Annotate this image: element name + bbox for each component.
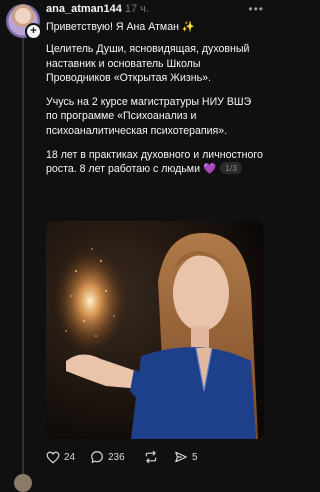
avatar[interactable]: +: [6, 4, 42, 40]
post-text: Приветствую! Я Ана Атман ✨ Целитель Души…: [46, 20, 264, 187]
comment-button[interactable]: 236: [90, 448, 125, 466]
repost-button[interactable]: [144, 448, 162, 466]
post-paragraph: 18 лет в практиках духовного и личностно…: [46, 148, 264, 177]
thread-line: [22, 38, 24, 476]
comment-bubble-icon: [91, 451, 103, 464]
page-indicator: 1/3: [220, 162, 242, 175]
send-icon: [175, 451, 187, 463]
post-photo[interactable]: [46, 221, 264, 439]
follow-plus-icon[interactable]: +: [25, 23, 42, 40]
post-paragraph: Приветствую! Я Ана Атман ✨: [46, 21, 196, 33]
post-paragraph: Целитель Души, ясновидящая, духовный нас…: [46, 43, 250, 84]
username[interactable]: ana_atman144: [46, 3, 122, 15]
next-post-avatar[interactable]: [14, 474, 32, 492]
share-button[interactable]: 5: [174, 448, 198, 466]
post-time: 17 ч.: [124, 3, 149, 15]
like-button[interactable]: 24: [46, 448, 75, 466]
photo-illustration: [46, 221, 264, 439]
like-count: 24: [64, 451, 76, 463]
comment-count: 236: [108, 451, 125, 463]
post-paragraph: Учусь на 2 курсе магистратуры НИУ ВШЭ по…: [46, 96, 252, 137]
heart-icon: [46, 451, 60, 464]
repost-icon: [145, 450, 157, 464]
share-count: 5: [192, 451, 198, 463]
more-options-icon[interactable]: •••: [248, 2, 264, 16]
post-header: ana_atman144 17 ч.: [46, 3, 264, 19]
